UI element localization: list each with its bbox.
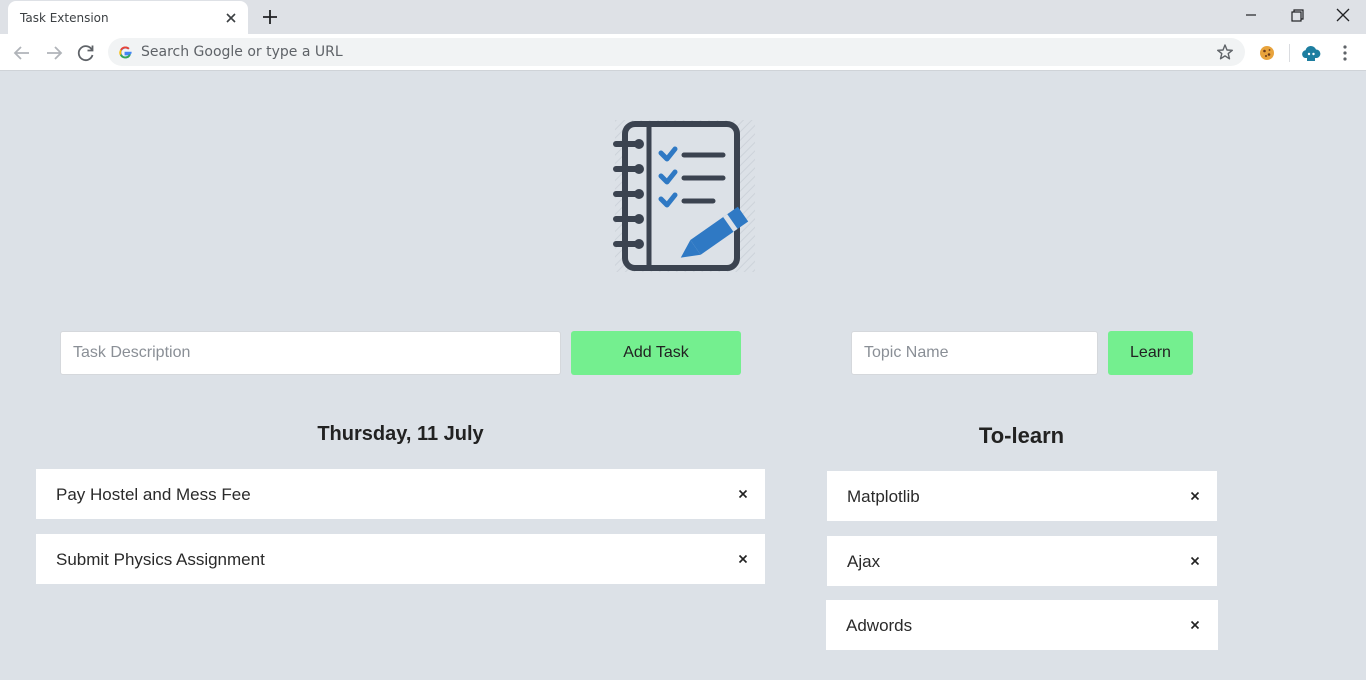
topic-text: Adwords (846, 616, 913, 635)
remove-topic-icon[interactable] (1188, 554, 1202, 568)
browser-tab[interactable]: Task Extension (8, 1, 248, 34)
remove-topic-icon[interactable] (1188, 489, 1202, 503)
topic-text: Matplotlib (847, 487, 920, 506)
remove-task-icon[interactable] (736, 487, 750, 501)
task-item: Submit Physics Assignment (36, 534, 765, 584)
new-tab-plus-icon[interactable] (259, 6, 281, 28)
tab-close-icon[interactable] (222, 9, 240, 27)
task-text: Submit Physics Assignment (56, 550, 265, 569)
reload-icon[interactable] (75, 42, 97, 64)
omnibox-input[interactable] (141, 41, 1181, 63)
task-item: Pay Hostel and Mess Fee (36, 469, 765, 519)
cookie-extension-icon[interactable] (1256, 42, 1278, 64)
kebab-menu-icon[interactable] (1334, 42, 1356, 64)
cloud-extension-icon[interactable] (1300, 42, 1322, 64)
remove-task-icon[interactable] (736, 552, 750, 566)
add-task-button[interactable]: Add Task (571, 331, 741, 375)
forward-arrow-icon[interactable] (43, 42, 65, 64)
tab-strip: Task Extension (0, 0, 1366, 34)
topic-name-input[interactable] (851, 331, 1098, 375)
topic-item: Adwords (826, 600, 1218, 650)
tab-title: Task Extension (20, 11, 109, 25)
remove-topic-icon[interactable] (1188, 618, 1202, 632)
topic-item: Ajax (827, 536, 1217, 586)
date-heading: Thursday, 11 July (317, 423, 484, 445)
toolbar-separator (1289, 44, 1290, 62)
task-text: Pay Hostel and Mess Fee (56, 485, 251, 504)
learn-button[interactable]: Learn (1108, 331, 1193, 375)
back-arrow-icon[interactable] (11, 42, 33, 64)
restore-icon[interactable] (1283, 4, 1311, 26)
minimize-icon[interactable] (1237, 4, 1265, 26)
browser-toolbar (0, 34, 1366, 71)
notebook-checklist-logo-icon (613, 120, 755, 272)
task-description-input[interactable] (60, 331, 561, 375)
window-close-icon[interactable] (1329, 4, 1357, 26)
topic-text: Ajax (847, 552, 881, 571)
google-g-icon (119, 46, 132, 59)
omnibox[interactable] (108, 38, 1245, 66)
topic-item: Matplotlib (827, 471, 1217, 521)
star-icon[interactable] (1216, 43, 1234, 61)
to-learn-heading: To-learn (978, 423, 1065, 448)
